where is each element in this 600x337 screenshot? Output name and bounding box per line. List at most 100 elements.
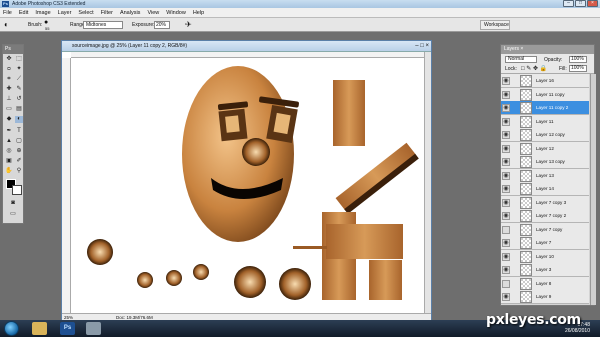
- layer-row[interactable]: ◉ Layer 10: [501, 249, 589, 264]
- magic-wand-icon[interactable]: ✦: [15, 66, 23, 73]
- layer-row[interactable]: ◉ Layer 13: [501, 168, 589, 183]
- fill-input[interactable]: 100%: [569, 65, 587, 72]
- document-close-icon[interactable]: – □ ×: [415, 43, 429, 49]
- layer-row[interactable]: ◉ Layer 11 copy: [501, 87, 589, 102]
- menu-view[interactable]: View: [147, 10, 159, 16]
- menu-edit[interactable]: Edit: [19, 10, 28, 16]
- brush-tool-icon[interactable]: ✎: [15, 86, 23, 93]
- layer-row[interactable]: ◉ Layer 12: [501, 141, 589, 156]
- visibility-eye-icon[interactable]: [502, 279, 510, 288]
- menu-image[interactable]: Image: [35, 10, 50, 16]
- maximize-button[interactable]: □: [575, 0, 586, 7]
- path-select-icon[interactable]: ▲: [5, 138, 13, 145]
- layers-scrollbar[interactable]: [590, 74, 596, 305]
- visibility-eye-icon[interactable]: ◉: [502, 131, 510, 139]
- airbrush-icon[interactable]: ✈: [185, 20, 192, 29]
- visibility-eye-icon[interactable]: ◉: [502, 293, 510, 301]
- lock-icons[interactable]: □ ✎ ✥ 🔒: [521, 65, 547, 72]
- brush-preview-icon[interactable]: ●: [44, 19, 48, 26]
- visibility-eye-icon[interactable]: ◉: [502, 158, 510, 166]
- visibility-eye-icon[interactable]: ◉: [502, 252, 510, 261]
- visibility-eye-icon[interactable]: ◉: [502, 117, 510, 126]
- crop-tool-icon[interactable]: ⌗: [5, 76, 13, 83]
- menu-layer[interactable]: Layer: [58, 10, 72, 16]
- layer-row[interactable]: Layer 7 copy: [501, 222, 589, 237]
- visibility-eye-icon[interactable]: ◉: [502, 239, 510, 247]
- visibility-eye-icon[interactable]: ◉: [502, 212, 510, 220]
- eraser-tool-icon[interactable]: ▭: [5, 106, 13, 113]
- 3d-rotate-icon[interactable]: ◎: [5, 148, 13, 155]
- dodge-tool-active-icon[interactable]: ◐: [15, 116, 23, 123]
- healing-tool-icon[interactable]: ✚: [5, 86, 13, 93]
- dodge-tool-icon[interactable]: ◐: [4, 20, 9, 29]
- workspace-button[interactable]: Workspace: [480, 20, 510, 30]
- zoom-tool-icon[interactable]: ⚲: [15, 168, 23, 175]
- exposure-input[interactable]: 20%: [154, 21, 170, 29]
- close-button[interactable]: ×: [587, 0, 598, 7]
- layer-row[interactable]: ◉ Layer 12 copy: [501, 128, 589, 142]
- menu-window[interactable]: Window: [166, 10, 186, 16]
- shape-tool-icon[interactable]: ▢: [15, 138, 23, 145]
- layer-row[interactable]: ◉ Layer 11: [501, 114, 589, 129]
- menu-bar: File Edit Image Layer Select Filter Anal…: [0, 8, 600, 18]
- blend-mode-select[interactable]: Normal: [505, 56, 537, 63]
- history-brush-icon[interactable]: ↺: [15, 96, 23, 103]
- wheel-2: [137, 272, 153, 288]
- menu-file[interactable]: File: [3, 10, 12, 16]
- layer-thumbnail: [520, 88, 532, 101]
- stamp-tool-icon[interactable]: ⊥: [5, 96, 13, 103]
- move-tool-icon[interactable]: ✥: [5, 56, 13, 63]
- layer-row[interactable]: ◉ Layer 14: [501, 182, 589, 196]
- layer-row[interactable]: ◉ Layer 3: [501, 263, 589, 277]
- menu-select[interactable]: Select: [78, 10, 93, 16]
- marquee-tool-icon[interactable]: ⬚: [15, 56, 23, 63]
- app-taskbar-icon[interactable]: [86, 322, 101, 335]
- type-tool-icon[interactable]: T: [15, 128, 23, 135]
- layer-name: Layer 13: [536, 172, 554, 178]
- range-select[interactable]: Midtones: [83, 21, 123, 29]
- gradient-tool-icon[interactable]: ▤: [15, 106, 23, 113]
- lasso-tool-icon[interactable]: ᴑ: [5, 66, 13, 73]
- pen-tool-icon[interactable]: ✒: [5, 128, 13, 135]
- blur-tool-icon[interactable]: ◆: [5, 116, 13, 123]
- layer-row[interactable]: ◉ Layer 7: [501, 236, 589, 250]
- 3d-orbit-icon[interactable]: ⊕: [15, 148, 23, 155]
- window-title: Adobe Photoshop CS3 Extended: [12, 1, 86, 7]
- visibility-eye-icon[interactable]: ◉: [502, 266, 510, 274]
- background-color-swatch[interactable]: [12, 185, 22, 195]
- visibility-eye-icon[interactable]: ◉: [502, 90, 510, 99]
- menu-help[interactable]: Help: [193, 10, 204, 16]
- quick-mask-icon[interactable]: ◙: [9, 200, 17, 207]
- layer-row[interactable]: ◉ Layer 11 copy 2: [501, 101, 589, 115]
- start-button[interactable]: [4, 321, 19, 336]
- document-vertical-scrollbar[interactable]: [424, 52, 431, 313]
- layer-row[interactable]: ◉ Layer 7 copy 2: [501, 209, 589, 223]
- canvas[interactable]: [71, 58, 424, 313]
- layer-row[interactable]: ◉ Layer 9: [501, 290, 589, 304]
- visibility-eye-icon[interactable]: ◉: [502, 198, 510, 207]
- layer-row[interactable]: ◉ Layer 7 copy 3: [501, 195, 589, 210]
- photoshop-taskbar-icon[interactable]: Ps: [60, 322, 75, 335]
- visibility-eye-icon[interactable]: ◉: [502, 185, 510, 193]
- opacity-input[interactable]: 100%: [569, 56, 587, 63]
- screen-mode-icon[interactable]: ▭: [9, 211, 17, 218]
- eyedropper-icon[interactable]: ✐: [15, 158, 23, 165]
- slice-tool-icon[interactable]: ⟋: [15, 76, 23, 83]
- layers-tab[interactable]: Layers ×: [501, 45, 594, 54]
- notes-tool-icon[interactable]: ▣: [5, 158, 13, 165]
- minimize-button[interactable]: –: [563, 0, 574, 7]
- visibility-eye-icon[interactable]: [502, 225, 510, 234]
- layer-row[interactable]: ◉ Layer 13 copy: [501, 155, 589, 169]
- hand-tool-icon[interactable]: ✋: [5, 168, 13, 175]
- wheel-4: [193, 264, 209, 280]
- visibility-eye-icon[interactable]: ◉: [502, 144, 510, 153]
- explorer-taskbar-icon[interactable]: [32, 322, 47, 335]
- visibility-eye-icon[interactable]: ◉: [502, 104, 510, 112]
- menu-analysis[interactable]: Analysis: [120, 10, 140, 16]
- visibility-eye-icon[interactable]: ◉: [502, 77, 510, 85]
- fill-label: Fill:: [559, 66, 567, 72]
- menu-filter[interactable]: Filter: [101, 10, 113, 16]
- layer-row[interactable]: ◉ Layer 16: [501, 74, 589, 88]
- layer-row[interactable]: Layer 8: [501, 276, 589, 291]
- visibility-eye-icon[interactable]: ◉: [502, 171, 510, 180]
